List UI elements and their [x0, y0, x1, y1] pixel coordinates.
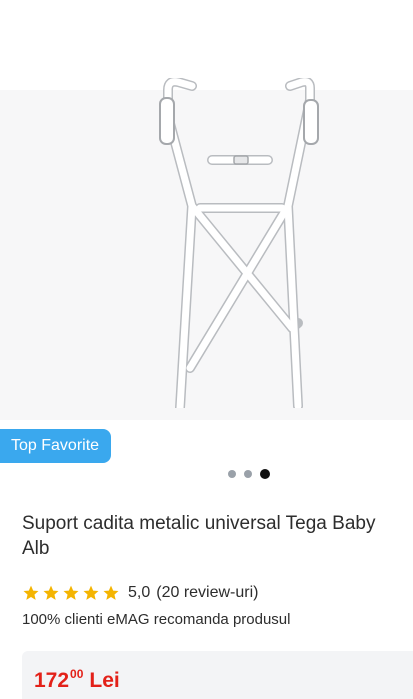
- rating-row[interactable]: 5,0 (20 review-uri): [22, 584, 259, 602]
- gallery-dot-1[interactable]: [228, 470, 236, 478]
- star-icon: [43, 585, 59, 600]
- star-icon: [103, 585, 119, 600]
- price-box: 17200 Lei: [22, 651, 413, 699]
- star-icon: [63, 585, 79, 600]
- price-currency: Lei: [89, 669, 120, 692]
- rating-value: 5,0: [128, 584, 151, 601]
- gallery-dot-2[interactable]: [244, 470, 252, 478]
- price-decimals: 00: [70, 667, 84, 681]
- product-title: Suport cadita metalic universal Tega Bab…: [22, 513, 376, 559]
- recommendation-text: 100% clienti eMAG recomanda produsul: [22, 611, 291, 628]
- gallery-dot-3-active[interactable]: [260, 469, 270, 479]
- rating-stars: [22, 584, 120, 602]
- product-price: 17200 Lei: [34, 667, 120, 693]
- price-integer: 172: [34, 669, 70, 692]
- gallery-pagination[interactable]: [228, 469, 270, 479]
- rating-text[interactable]: 5,0 (20 review-uri): [128, 584, 259, 602]
- top-favorite-badge: Top Favorite: [0, 429, 112, 463]
- star-icon: [83, 585, 99, 600]
- product-image-bath-stand[interactable]: [140, 78, 350, 408]
- review-count-link[interactable]: (20 review-uri): [156, 584, 258, 601]
- star-icon: [23, 585, 39, 600]
